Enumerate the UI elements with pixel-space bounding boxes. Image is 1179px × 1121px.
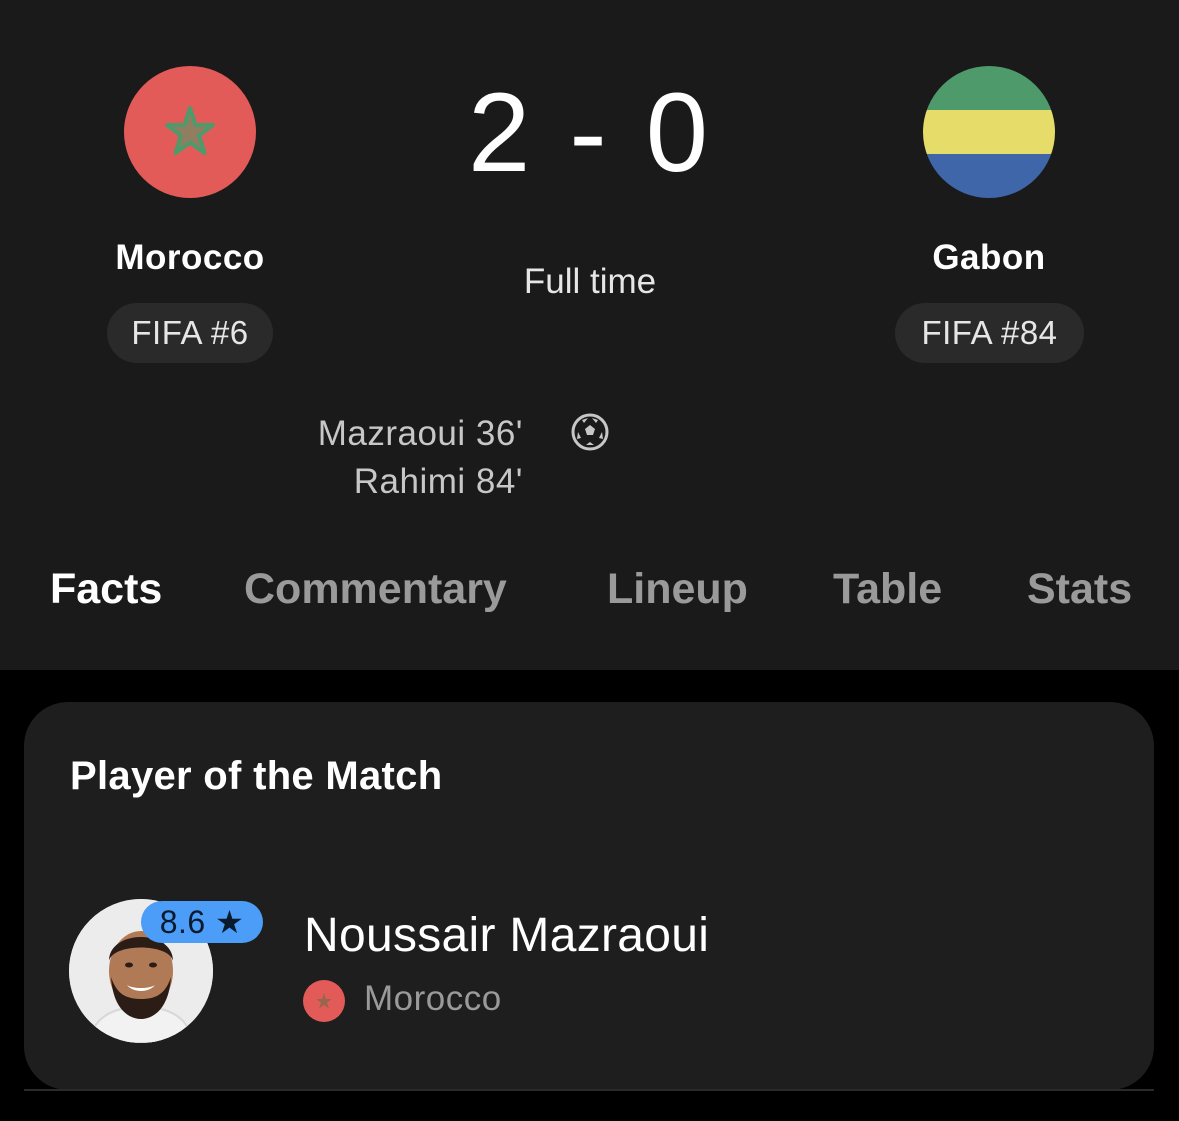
- morocco-flag-icon[interactable]: [124, 66, 256, 198]
- tab-table[interactable]: Table: [833, 565, 942, 614]
- tab-stats[interactable]: Stats: [1027, 565, 1132, 614]
- match-score: 2 - 0: [467, 70, 713, 195]
- player-country: Morocco: [364, 979, 502, 1018]
- flag-band-green: [923, 66, 1055, 110]
- away-fifa-rank: FIFA #84: [895, 303, 1084, 363]
- home-fifa-rank: FIFA #6: [107, 303, 273, 363]
- match-header: Morocco Gabon FIFA #6 FIFA #84 2 - 0 Ful…: [0, 0, 1179, 670]
- player-rating-badge: 8.6 ★: [141, 901, 263, 943]
- home-goal-scorers: Mazraoui 36' Rahimi 84': [318, 410, 523, 506]
- goal-scorer[interactable]: Mazraoui 36': [318, 410, 523, 458]
- flag-band-yellow: [923, 110, 1055, 154]
- tab-facts[interactable]: Facts: [50, 565, 162, 614]
- morocco-flag-icon: [303, 980, 345, 1022]
- goal-scorer[interactable]: Rahimi 84': [318, 458, 523, 506]
- player-name[interactable]: Noussair Mazraoui: [304, 908, 709, 963]
- divider: [24, 1089, 1154, 1091]
- home-team-name[interactable]: Morocco: [40, 238, 340, 278]
- star-icon: [165, 106, 215, 155]
- soccer-ball-icon: [571, 413, 609, 451]
- gabon-flag-icon[interactable]: [923, 66, 1055, 198]
- flag-band-blue: [923, 154, 1055, 198]
- card-title: Player of the Match: [70, 754, 443, 798]
- player-of-the-match-card[interactable]: Player of the Match 8.6 ★ Noussair Mazra…: [24, 702, 1154, 1090]
- tab-lineup[interactable]: Lineup: [607, 565, 748, 614]
- match-tabs: Facts Commentary Lineup Table Stats: [0, 565, 1179, 629]
- tab-commentary[interactable]: Commentary: [244, 565, 507, 614]
- away-team-name[interactable]: Gabon: [839, 238, 1139, 278]
- star-icon: [316, 993, 332, 1009]
- match-status: Full time: [523, 262, 657, 301]
